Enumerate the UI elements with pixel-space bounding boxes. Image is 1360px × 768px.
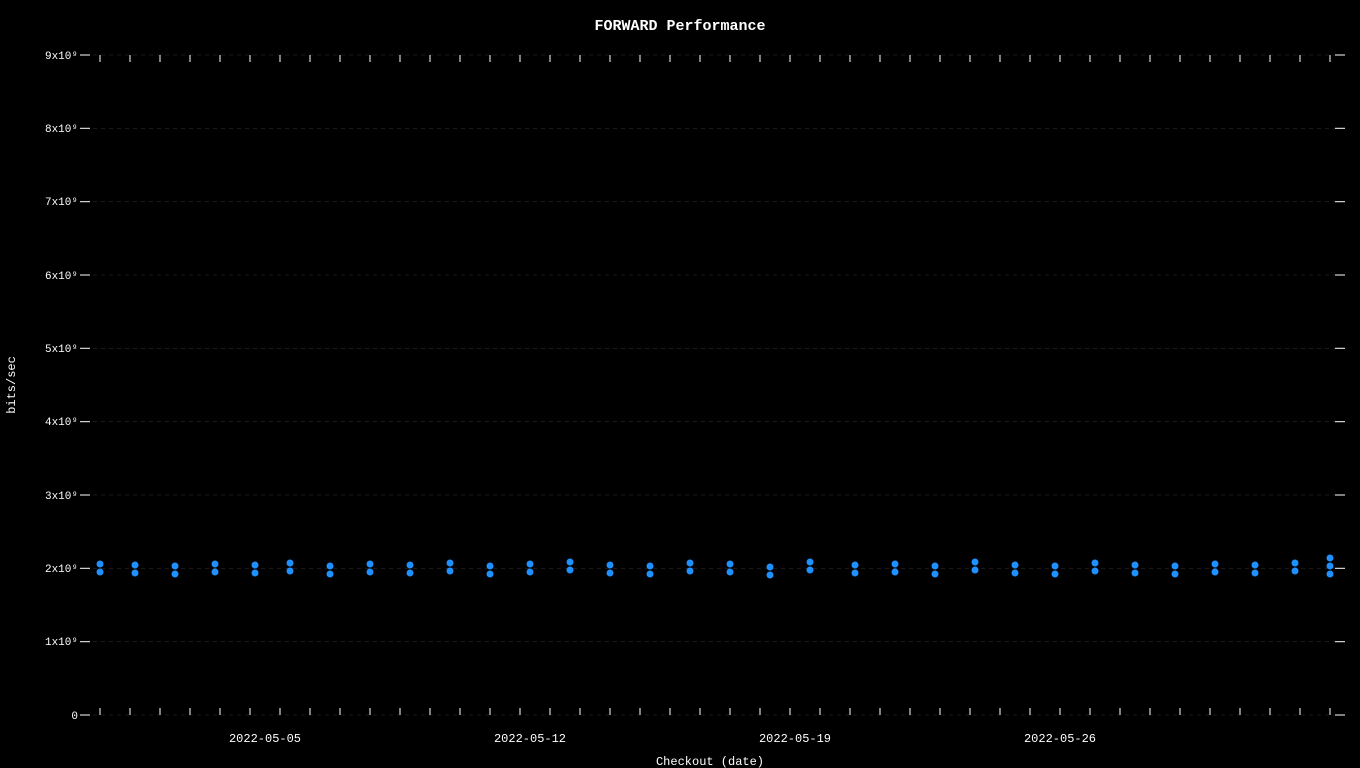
data-point — [1292, 560, 1299, 567]
y-label-6: 6x10⁹ — [45, 271, 78, 283]
data-point — [1252, 562, 1259, 569]
data-point — [1052, 571, 1059, 578]
x-label-1: 2022-05-05 — [229, 732, 301, 746]
data-point — [172, 571, 179, 578]
x-label-3: 2022-05-19 — [759, 732, 831, 746]
data-point — [287, 568, 294, 575]
data-point — [892, 569, 899, 576]
data-point — [1092, 568, 1099, 575]
data-point — [1132, 562, 1139, 569]
data-point — [1327, 563, 1334, 570]
data-point — [287, 560, 294, 567]
data-point — [1252, 570, 1259, 577]
data-point — [527, 561, 534, 568]
chart-container: FORWARD Performance 0 1 — [0, 0, 1360, 768]
data-point — [807, 567, 814, 574]
data-point — [1212, 569, 1219, 576]
data-point — [1212, 561, 1219, 568]
chart-svg: 0 1x10⁹ 2x10⁹ 3x10⁹ 4x10⁹ 5x10⁹ 6x10⁹ 7x… — [0, 0, 1360, 768]
data-point — [1327, 555, 1334, 562]
data-point — [1012, 570, 1019, 577]
data-point — [892, 561, 899, 568]
x-axis-label: Checkout (date) — [656, 755, 764, 768]
x-label-4: 2022-05-26 — [1024, 732, 1096, 746]
data-point — [972, 559, 979, 566]
data-point — [367, 561, 374, 568]
data-point — [607, 562, 614, 569]
data-point — [1172, 571, 1179, 578]
data-point — [447, 560, 454, 567]
data-point — [1092, 560, 1099, 567]
data-point — [567, 567, 574, 574]
y-label-8: 8x10⁹ — [45, 124, 78, 136]
y-label-4: 4x10⁹ — [45, 417, 78, 429]
data-point — [1172, 563, 1179, 570]
data-point — [527, 569, 534, 576]
data-point — [212, 561, 219, 568]
data-point — [132, 562, 139, 569]
y-label-9: 9x10⁹ — [45, 51, 78, 63]
data-point — [932, 563, 939, 570]
y-label-5: 5x10⁹ — [45, 344, 78, 356]
data-point — [367, 569, 374, 576]
data-point — [407, 562, 414, 569]
data-point — [487, 571, 494, 578]
data-point — [487, 563, 494, 570]
data-point — [97, 569, 104, 576]
data-point — [807, 559, 814, 566]
data-point — [852, 562, 859, 569]
data-point — [212, 569, 219, 576]
data-point — [172, 563, 179, 570]
data-point — [687, 568, 694, 575]
data-point — [607, 570, 614, 577]
data-point — [252, 562, 259, 569]
data-point — [97, 561, 104, 568]
data-point — [767, 572, 774, 579]
data-point — [327, 571, 334, 578]
y-axis-label: bits/sec — [5, 356, 19, 414]
y-label-2: 2x10⁹ — [45, 564, 78, 576]
data-point — [1292, 568, 1299, 575]
data-point — [972, 567, 979, 574]
data-point — [1132, 570, 1139, 577]
data-point — [727, 561, 734, 568]
data-point — [567, 559, 574, 566]
data-point — [447, 568, 454, 575]
y-label-1: 1x10⁹ — [45, 637, 78, 649]
data-point — [1012, 562, 1019, 569]
data-point — [647, 571, 654, 578]
data-point — [1052, 563, 1059, 570]
data-point — [327, 563, 334, 570]
data-point — [1327, 571, 1334, 578]
data-point — [727, 569, 734, 576]
y-label-7: 7x10⁹ — [45, 197, 78, 209]
data-point — [932, 571, 939, 578]
y-label-3: 3x10⁹ — [45, 491, 78, 503]
data-point — [647, 563, 654, 570]
y-label-0: 0 — [71, 711, 78, 723]
data-point — [132, 570, 139, 577]
x-label-2: 2022-05-12 — [494, 732, 566, 746]
data-point — [852, 570, 859, 577]
data-point — [767, 564, 774, 571]
data-point — [687, 560, 694, 567]
data-point — [252, 570, 259, 577]
data-point — [407, 570, 414, 577]
